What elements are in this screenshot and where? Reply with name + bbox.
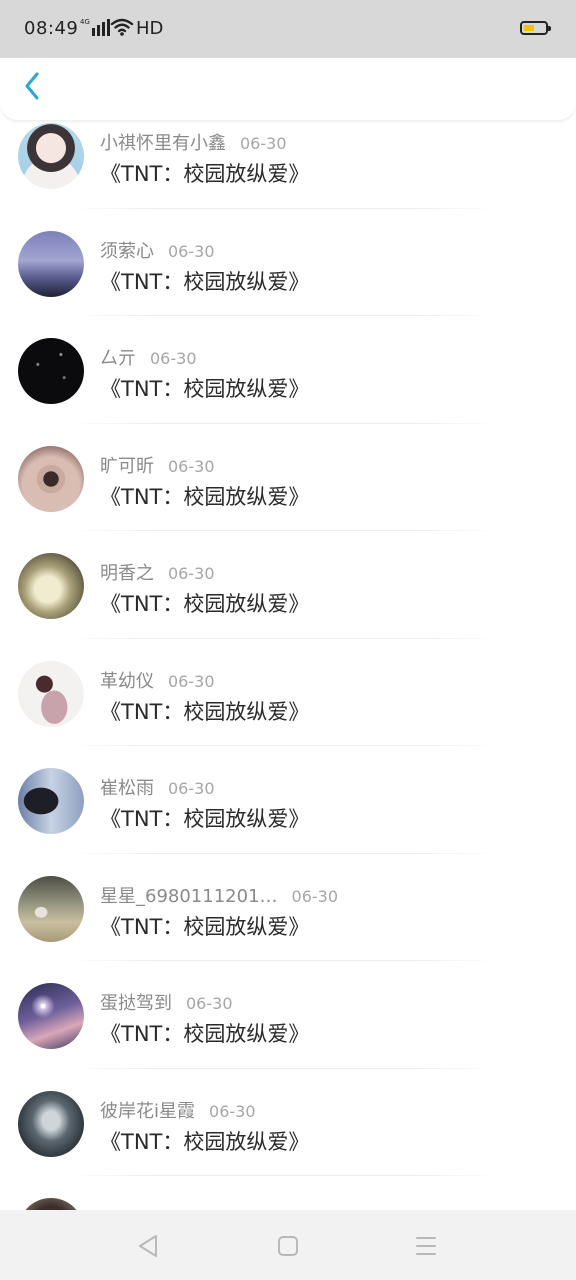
- nav-back-button[interactable]: [134, 1232, 162, 1260]
- book-title[interactable]: 《TNT：校园放纵爱》: [100, 911, 309, 941]
- user-name[interactable]: 革幼仪: [100, 671, 154, 692]
- nav-home-button[interactable]: [274, 1232, 302, 1260]
- comment-date: 06-30: [186, 994, 233, 1013]
- user-name[interactable]: 明香之: [100, 563, 154, 584]
- book-title[interactable]: 《TNT：校园放纵爱》: [100, 696, 309, 726]
- user-name[interactable]: 旷可昕: [100, 456, 154, 477]
- book-title[interactable]: 《TNT：校园放纵爱》: [100, 158, 309, 188]
- comment-date: 06-30: [209, 1101, 256, 1121]
- triangle-back-icon: [139, 1235, 157, 1257]
- status-bar: 08:49 4G HD: [0, 0, 576, 58]
- avatar[interactable]: [18, 230, 84, 297]
- comment-date: 06-30: [168, 779, 215, 798]
- list-item[interactable]: 彼岸花i星霞 06-30 《TNT：校园放纵爱》: [0, 1069, 576, 1176]
- avatar[interactable]: [18, 983, 84, 1049]
- hd-label: HD: [136, 18, 164, 39]
- list-item[interactable]: 厶亓 06-30 《TNT：校园放纵爱》: [0, 316, 576, 424]
- avatar[interactable]: [18, 660, 84, 727]
- avatar[interactable]: [18, 338, 84, 404]
- user-name[interactable]: 彼岸花i星霞: [100, 1101, 195, 1122]
- wifi-icon: [110, 18, 134, 36]
- comment-list: 小祺怀里有小鑫 06-30 《TNT：校园放纵爱》 须萦心 06-30 《TNT：校…: [0, 101, 576, 1280]
- list-item[interactable]: 崔松雨 06-30 《TNT：校园放纵爱》: [0, 746, 576, 854]
- signal-icon: 4G: [80, 18, 112, 36]
- book-title[interactable]: 《TNT：校园放纵爱》: [100, 588, 309, 618]
- user-name[interactable]: 崔松雨: [100, 778, 154, 799]
- comment-date: 06-30: [168, 456, 215, 476]
- avatar[interactable]: [18, 123, 84, 189]
- book-title[interactable]: 《TNT：校园放纵爱》: [100, 1018, 309, 1048]
- navigation-bar: [0, 1210, 576, 1280]
- network-type: 4G: [80, 18, 90, 26]
- avatar[interactable]: [18, 445, 84, 512]
- status-time: 08:49: [24, 18, 79, 39]
- list-item[interactable]: 星星_6980111201… 06-30 《TNT：校园放纵爱》: [0, 854, 576, 961]
- book-title[interactable]: 《TNT：校园放纵爱》: [100, 266, 309, 296]
- battery-icon: [520, 21, 551, 35]
- battery-level: [524, 25, 534, 31]
- list-item[interactable]: 革幼仪 06-30 《TNT：校园放纵爱》: [0, 639, 576, 746]
- avatar[interactable]: [18, 768, 84, 834]
- menu-lines-icon: [416, 1237, 436, 1255]
- avatar[interactable]: [18, 875, 84, 942]
- chevron-left-icon: [25, 72, 39, 100]
- avatar[interactable]: [18, 1090, 84, 1157]
- book-title[interactable]: 《TNT：校园放纵爱》: [100, 481, 309, 511]
- user-name[interactable]: 星星_6980111201…: [100, 886, 278, 907]
- user-name[interactable]: 须萦心: [100, 241, 154, 262]
- avatar[interactable]: [18, 553, 84, 619]
- comment-date: 06-30: [168, 671, 215, 691]
- square-home-icon: [278, 1236, 298, 1256]
- list-item[interactable]: 明香之 06-30 《TNT：校园放纵爱》: [0, 531, 576, 639]
- list-item[interactable]: 蛋挞驾到 06-30 《TNT：校园放纵爱》: [0, 961, 576, 1069]
- book-title[interactable]: 《TNT：校园放纵爱》: [100, 1126, 309, 1156]
- user-name[interactable]: 蛋挞驾到: [100, 993, 172, 1014]
- back-button[interactable]: [14, 68, 50, 104]
- nav-menu-button[interactable]: [412, 1232, 440, 1260]
- comment-date: 06-30: [150, 349, 197, 368]
- comment-date: 06-30: [291, 886, 339, 906]
- book-title[interactable]: 《TNT：校园放纵爱》: [100, 803, 309, 833]
- list-item[interactable]: 须萦心 06-30 《TNT：校园放纵爱》: [0, 209, 576, 316]
- list-item[interactable]: 旷可昕 06-30 《TNT：校园放纵爱》: [0, 424, 576, 531]
- comment-date: 06-30: [168, 564, 215, 583]
- comment-date: 06-30: [240, 134, 287, 153]
- user-name[interactable]: 厶亓: [100, 348, 136, 369]
- screen: 08:49 4G HD 小祺怀里有小鑫 06-30 《TNT：校园放纵爱》 须萦…: [0, 0, 576, 1280]
- user-name[interactable]: 小祺怀里有小鑫: [100, 133, 226, 154]
- comment-date: 06-30: [168, 241, 215, 261]
- book-title[interactable]: 《TNT：校园放纵爱》: [100, 373, 309, 403]
